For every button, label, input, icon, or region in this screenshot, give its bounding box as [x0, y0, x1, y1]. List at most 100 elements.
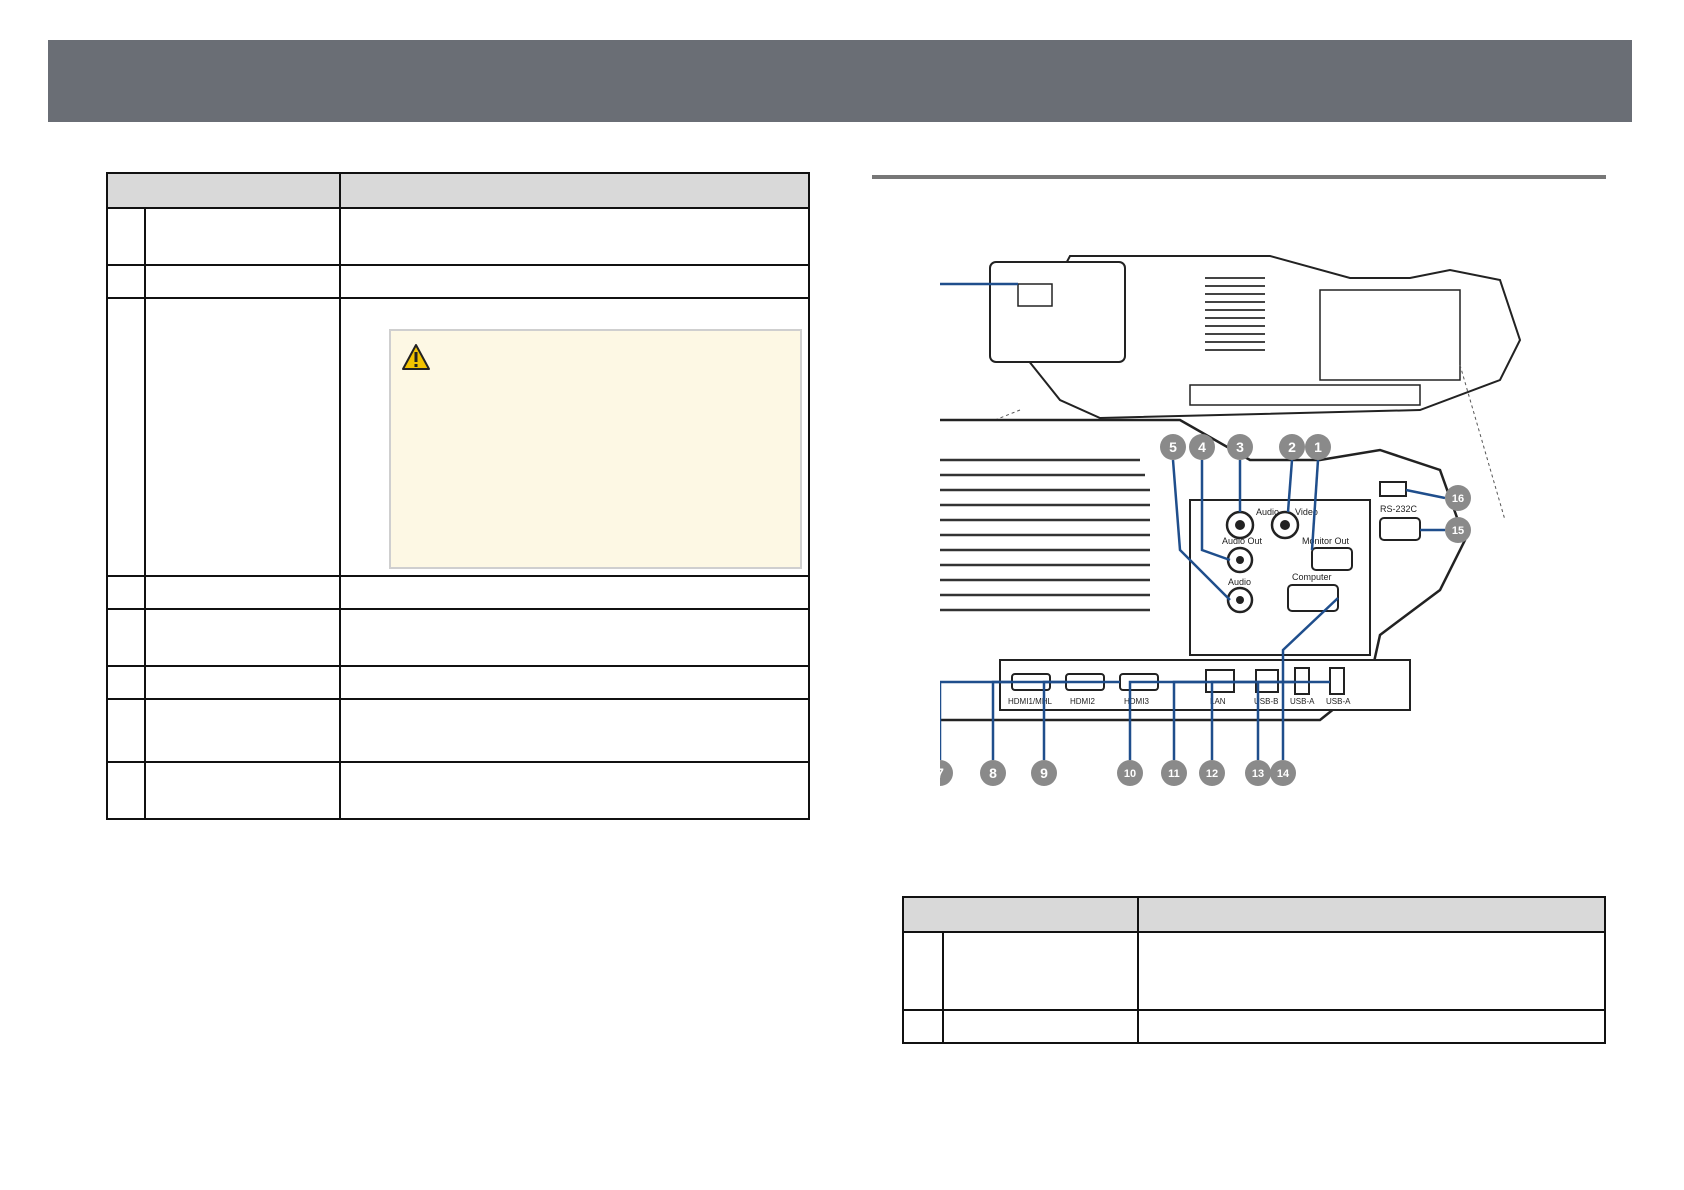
callout-3: 3 [1227, 434, 1253, 460]
table-header-row [901, 896, 1606, 933]
computer-label: Computer [1292, 572, 1332, 582]
callout-11: 11 [1161, 760, 1187, 786]
row-name [143, 698, 342, 763]
callout-10: 10 [1117, 760, 1143, 786]
hdmi2-label: HDMI2 [1070, 697, 1095, 706]
svg-text:15: 15 [1452, 525, 1464, 537]
callout-15: 15 [1445, 517, 1471, 543]
row-name [143, 608, 342, 667]
callout-16: 16 [1445, 485, 1471, 511]
table-row [106, 297, 810, 577]
row-description [339, 264, 810, 299]
projector-ports-diagram: Audio Video Audio Out Monitor Out Audio … [882, 255, 1522, 786]
svg-text:3: 3 [1236, 439, 1244, 455]
svg-text:16: 16 [1452, 493, 1464, 505]
row-description [339, 665, 810, 700]
hdmi1-label: HDMI1/MHL [1008, 697, 1053, 706]
table-row [902, 931, 1606, 1011]
audio-bottom-label: Audio [1228, 577, 1251, 587]
callout-13: 13 [1245, 760, 1271, 786]
svg-text:11: 11 [1168, 768, 1180, 780]
row-name [143, 761, 342, 820]
svg-text:10: 10 [1124, 768, 1136, 780]
svg-text:1: 1 [1314, 439, 1322, 455]
svg-text:8: 8 [989, 765, 997, 781]
row-number [106, 761, 146, 820]
audio-out-label: Audio Out [1222, 536, 1263, 546]
table-row [106, 608, 810, 667]
table-row [106, 207, 810, 266]
svg-text:14: 14 [1277, 768, 1290, 780]
svg-text:12: 12 [1206, 768, 1218, 780]
warning-box [389, 329, 802, 569]
row-name [941, 1009, 1140, 1044]
table-row [106, 575, 810, 610]
row-description [339, 608, 810, 667]
svg-text:4: 4 [1198, 439, 1206, 455]
row-name [143, 207, 342, 266]
monitor-out-label: Monitor Out [1302, 536, 1350, 546]
svg-text:2: 2 [1288, 439, 1296, 455]
row-number [106, 575, 146, 610]
remote-sensor-inset [989, 261, 1126, 363]
callout-8: 8 [980, 760, 1006, 786]
table-row [106, 698, 810, 763]
left-parts-table [105, 172, 810, 820]
usb-a-port-2 [1329, 667, 1345, 695]
row-number [106, 698, 146, 763]
row-description [339, 575, 810, 610]
callout-9: 9 [1031, 760, 1057, 786]
callout-2: 2 [1279, 434, 1305, 460]
row-number [106, 665, 146, 700]
row-number [106, 207, 146, 266]
row-description [339, 698, 810, 763]
row-number [106, 297, 146, 577]
projector-ports-figure: Audio Video Audio Out Monitor Out Audio … [882, 250, 1560, 840]
row-number [902, 1009, 944, 1044]
row-description [1137, 931, 1606, 1011]
row-description [1137, 1009, 1606, 1044]
table-header-name [105, 172, 342, 209]
callout-12: 12 [1199, 760, 1225, 786]
row-description [339, 297, 810, 577]
right-parts-table [901, 896, 1606, 1044]
usb-a-label-2: USB-A [1326, 697, 1351, 706]
table-row [106, 665, 810, 700]
svg-text:13: 13 [1252, 768, 1264, 780]
rs232c-port [1379, 517, 1421, 541]
callout-7: 7 [927, 760, 953, 786]
row-name [143, 264, 342, 299]
table-row [902, 1009, 1606, 1044]
row-description [339, 207, 810, 266]
row-number [106, 608, 146, 667]
table-row [106, 761, 810, 820]
hdmi3-label: HDMI3 [1124, 697, 1149, 706]
row-name [143, 575, 342, 610]
row-name [143, 665, 342, 700]
callout-4: 4 [1189, 434, 1215, 460]
rs232c-label: RS-232C [1380, 504, 1418, 514]
table-header-name [901, 896, 1140, 933]
row-name [941, 931, 1140, 1011]
table-header-function [1137, 896, 1606, 933]
callout-1: 1 [1305, 434, 1331, 460]
svg-text:7: 7 [940, 765, 944, 781]
page-header-bar [48, 40, 1632, 122]
row-description [339, 761, 810, 820]
warning-triangle-icon [402, 344, 431, 370]
computer-port [1287, 584, 1339, 612]
callout-5: 5 [1160, 434, 1186, 460]
table-header-function [339, 172, 810, 209]
table-header-row [105, 172, 810, 209]
callout-14: 14 [1270, 760, 1296, 786]
row-number [106, 264, 146, 299]
usb-a-label-1: USB-A [1290, 697, 1315, 706]
svg-text:5: 5 [1169, 439, 1177, 455]
svg-text:9: 9 [1040, 765, 1048, 781]
row-number [902, 931, 944, 1011]
monitor-out-port [1311, 547, 1353, 571]
service-port [1379, 481, 1407, 497]
row-name [143, 297, 342, 577]
section-divider [872, 175, 1606, 179]
table-row [106, 264, 810, 299]
